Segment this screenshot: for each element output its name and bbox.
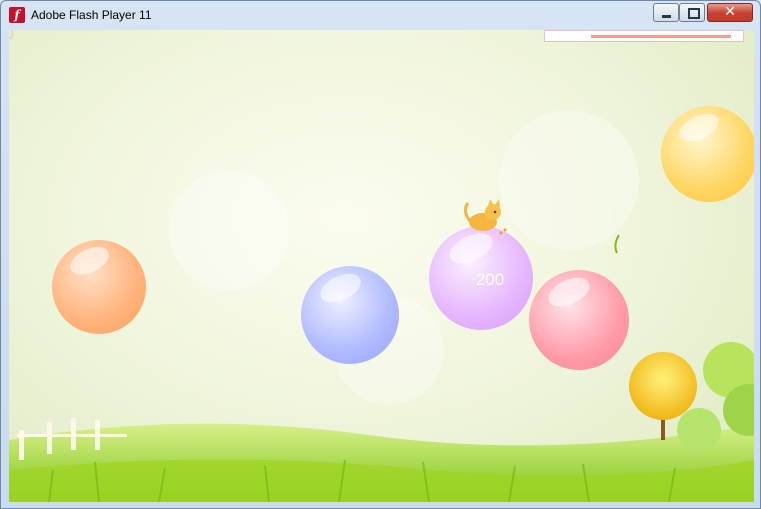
close-icon: ✕ [724, 4, 736, 20]
title-bar[interactable]: f Adobe Flash Player 11 ✕ [1, 1, 760, 29]
orange-ball[interactable] [52, 240, 146, 334]
hud-progress-fill [591, 35, 731, 38]
blue-ball[interactable] [301, 266, 399, 364]
corner-counter: 0 [9, 30, 14, 43]
minimize-icon [662, 15, 671, 18]
game-stage[interactable]: 200 0 [9, 30, 754, 502]
score-popup: 200 [475, 270, 505, 289]
flash-player-window: f Adobe Flash Player 11 ✕ 200 0 [0, 0, 761, 509]
maximize-button[interactable] [679, 3, 705, 22]
hud-progress-bar [544, 30, 744, 42]
window-title: Adobe Flash Player 11 [31, 8, 152, 22]
cat-icon [463, 199, 507, 235]
maximize-icon [688, 8, 700, 19]
yellow-ball[interactable] [661, 106, 754, 202]
pink-ball[interactable] [529, 270, 629, 370]
minimize-button[interactable] [653, 3, 679, 22]
close-button[interactable]: ✕ [707, 3, 753, 22]
flash-app-icon: f [9, 7, 25, 23]
